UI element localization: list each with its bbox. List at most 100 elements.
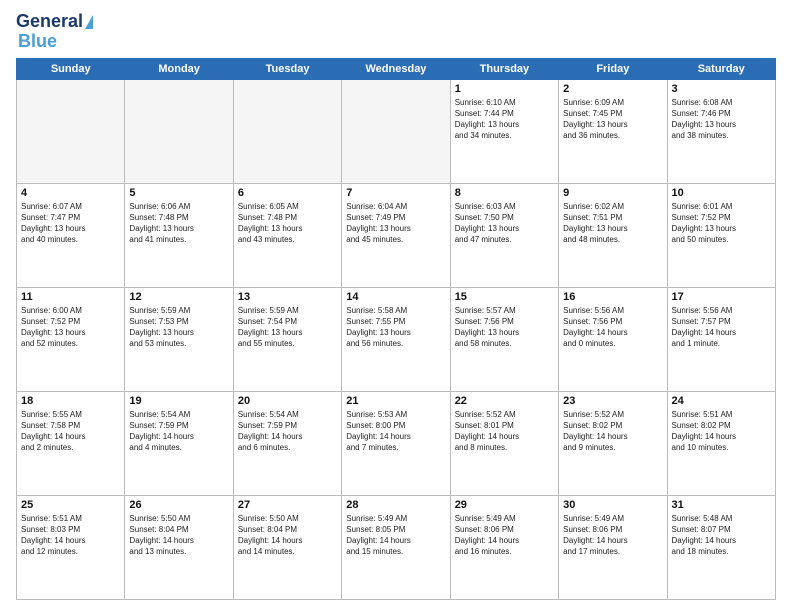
cell-info: Sunrise: 6:05 AM Sunset: 7:48 PM Dayligh… [238, 201, 337, 246]
calendar-cell: 30 Sunrise: 5:49 AM Sunset: 8:06 PM Dayli… [559, 495, 667, 599]
calendar-table: SundayMondayTuesdayWednesdayThursdayFrid… [16, 58, 776, 600]
day-number: 6 [238, 187, 337, 199]
day-number: 27 [238, 499, 337, 511]
day-number: 7 [346, 187, 445, 199]
cell-info: Sunrise: 5:52 AM Sunset: 8:02 PM Dayligh… [563, 409, 662, 454]
day-number: 10 [672, 187, 771, 199]
calendar-cell: 26 Sunrise: 5:50 AM Sunset: 8:04 PM Dayli… [125, 495, 233, 599]
cell-info: Sunrise: 5:49 AM Sunset: 8:05 PM Dayligh… [346, 513, 445, 558]
day-number: 12 [129, 291, 228, 303]
header: General Blue [16, 12, 776, 52]
day-number: 8 [455, 187, 554, 199]
calendar-week-5: 25Sunrise: 5:51 AM Sunset: 8:03 PM Dayli… [17, 495, 776, 599]
cell-info: Sunrise: 5:54 AM Sunset: 7:59 PM Dayligh… [238, 409, 337, 454]
day-header-sunday: Sunday [17, 58, 125, 79]
calendar-cell: 28 Sunrise: 5:49 AM Sunset: 8:05 PM Dayli… [342, 495, 450, 599]
day-number: 29 [455, 499, 554, 511]
day-number: 19 [129, 395, 228, 407]
calendar-cell [233, 79, 341, 183]
calendar-cell [342, 79, 450, 183]
calendar-cell: 5 Sunrise: 6:06 AM Sunset: 7:48 PM Daylig… [125, 183, 233, 287]
day-number: 1 [455, 83, 554, 95]
day-number: 22 [455, 395, 554, 407]
logo-triangle-icon [85, 15, 93, 29]
day-header-friday: Friday [559, 58, 667, 79]
day-number: 13 [238, 291, 337, 303]
calendar-cell: 29 Sunrise: 5:49 AM Sunset: 8:06 PM Dayli… [450, 495, 558, 599]
calendar-cell: 12Sunrise: 5:59 AM Sunset: 7:53 PM Dayli… [125, 287, 233, 391]
day-number: 5 [129, 187, 228, 199]
page: General Blue SundayMondayTuesdayWednesda… [0, 0, 792, 612]
calendar-header-row: SundayMondayTuesdayWednesdayThursdayFrid… [17, 58, 776, 79]
cell-info: Sunrise: 5:50 AM Sunset: 8:04 PM Dayligh… [238, 513, 337, 558]
cell-info: Sunrise: 5:48 AM Sunset: 8:07 PM Dayligh… [672, 513, 771, 558]
calendar-week-4: 18 Sunrise: 5:55 AM Sunset: 7:58 PM Dayli… [17, 391, 776, 495]
day-number: 18 [21, 395, 120, 407]
calendar-cell: 15 Sunrise: 5:57 AM Sunset: 7:56 PM Dayli… [450, 287, 558, 391]
cell-info: Sunrise: 6:02 AM Sunset: 7:51 PM Dayligh… [563, 201, 662, 246]
cell-info: Sunrise: 6:10 AM Sunset: 7:44 PM Dayligh… [455, 97, 554, 142]
calendar-cell: 11 Sunrise: 6:00 AM Sunset: 7:52 PM Dayli… [17, 287, 125, 391]
day-number: 9 [563, 187, 662, 199]
day-header-tuesday: Tuesday [233, 58, 341, 79]
day-number: 28 [346, 499, 445, 511]
day-number: 30 [563, 499, 662, 511]
calendar-cell: 7Sunrise: 6:04 AM Sunset: 7:49 PM Daylig… [342, 183, 450, 287]
cell-info: Sunrise: 5:49 AM Sunset: 8:06 PM Dayligh… [455, 513, 554, 558]
calendar-cell: 16 Sunrise: 5:56 AM Sunset: 7:56 PM Dayli… [559, 287, 667, 391]
calendar-cell: 1 Sunrise: 6:10 AM Sunset: 7:44 PM Daylig… [450, 79, 558, 183]
cell-info: Sunrise: 5:58 AM Sunset: 7:55 PM Dayligh… [346, 305, 445, 350]
day-number: 20 [238, 395, 337, 407]
cell-info: Sunrise: 5:54 AM Sunset: 7:59 PM Dayligh… [129, 409, 228, 454]
cell-info: Sunrise: 5:51 AM Sunset: 8:02 PM Dayligh… [672, 409, 771, 454]
calendar-cell: 27 Sunrise: 5:50 AM Sunset: 8:04 PM Dayli… [233, 495, 341, 599]
calendar-cell: 22 Sunrise: 5:52 AM Sunset: 8:01 PM Dayli… [450, 391, 558, 495]
calendar-cell: 19 Sunrise: 5:54 AM Sunset: 7:59 PM Dayli… [125, 391, 233, 495]
calendar-cell: 8 Sunrise: 6:03 AM Sunset: 7:50 PM Daylig… [450, 183, 558, 287]
calendar-cell: 20 Sunrise: 5:54 AM Sunset: 7:59 PM Dayli… [233, 391, 341, 495]
calendar-cell: 14Sunrise: 5:58 AM Sunset: 7:55 PM Dayli… [342, 287, 450, 391]
calendar-cell: 17Sunrise: 5:56 AM Sunset: 7:57 PM Dayli… [667, 287, 775, 391]
calendar-cell: 13Sunrise: 5:59 AM Sunset: 7:54 PM Dayli… [233, 287, 341, 391]
day-number: 2 [563, 83, 662, 95]
calendar-cell: 10Sunrise: 6:01 AM Sunset: 7:52 PM Dayli… [667, 183, 775, 287]
day-number: 16 [563, 291, 662, 303]
day-number: 31 [672, 499, 771, 511]
calendar-cell: 2 Sunrise: 6:09 AM Sunset: 7:45 PM Daylig… [559, 79, 667, 183]
calendar-cell [125, 79, 233, 183]
day-number: 15 [455, 291, 554, 303]
cell-info: Sunrise: 5:56 AM Sunset: 7:56 PM Dayligh… [563, 305, 662, 350]
day-number: 24 [672, 395, 771, 407]
calendar-week-3: 11 Sunrise: 6:00 AM Sunset: 7:52 PM Dayli… [17, 287, 776, 391]
cell-info: Sunrise: 6:00 AM Sunset: 7:52 PM Dayligh… [21, 305, 120, 350]
calendar-week-1: 1 Sunrise: 6:10 AM Sunset: 7:44 PM Daylig… [17, 79, 776, 183]
logo: General Blue [16, 12, 93, 52]
calendar-cell: 24 Sunrise: 5:51 AM Sunset: 8:02 PM Dayli… [667, 391, 775, 495]
cell-info: Sunrise: 5:49 AM Sunset: 8:06 PM Dayligh… [563, 513, 662, 558]
calendar-cell [17, 79, 125, 183]
logo-blue: Blue [18, 32, 57, 52]
calendar-cell: 23 Sunrise: 5:52 AM Sunset: 8:02 PM Dayli… [559, 391, 667, 495]
logo-text: General [16, 12, 83, 32]
day-number: 26 [129, 499, 228, 511]
cell-info: Sunrise: 6:03 AM Sunset: 7:50 PM Dayligh… [455, 201, 554, 246]
cell-info: Sunrise: 6:08 AM Sunset: 7:46 PM Dayligh… [672, 97, 771, 142]
cell-info: Sunrise: 5:57 AM Sunset: 7:56 PM Dayligh… [455, 305, 554, 350]
day-number: 21 [346, 395, 445, 407]
day-header-thursday: Thursday [450, 58, 558, 79]
day-number: 17 [672, 291, 771, 303]
cell-info: Sunrise: 5:50 AM Sunset: 8:04 PM Dayligh… [129, 513, 228, 558]
cell-info: Sunrise: 5:55 AM Sunset: 7:58 PM Dayligh… [21, 409, 120, 454]
day-number: 11 [21, 291, 120, 303]
cell-info: Sunrise: 6:06 AM Sunset: 7:48 PM Dayligh… [129, 201, 228, 246]
cell-info: Sunrise: 6:07 AM Sunset: 7:47 PM Dayligh… [21, 201, 120, 246]
cell-info: Sunrise: 6:09 AM Sunset: 7:45 PM Dayligh… [563, 97, 662, 142]
day-number: 23 [563, 395, 662, 407]
calendar-cell: 21 Sunrise: 5:53 AM Sunset: 8:00 PM Dayli… [342, 391, 450, 495]
cell-info: Sunrise: 5:52 AM Sunset: 8:01 PM Dayligh… [455, 409, 554, 454]
day-header-monday: Monday [125, 58, 233, 79]
day-number: 3 [672, 83, 771, 95]
calendar-cell: 31 Sunrise: 5:48 AM Sunset: 8:07 PM Dayli… [667, 495, 775, 599]
calendar-week-2: 4Sunrise: 6:07 AM Sunset: 7:47 PM Daylig… [17, 183, 776, 287]
cell-info: Sunrise: 5:53 AM Sunset: 8:00 PM Dayligh… [346, 409, 445, 454]
